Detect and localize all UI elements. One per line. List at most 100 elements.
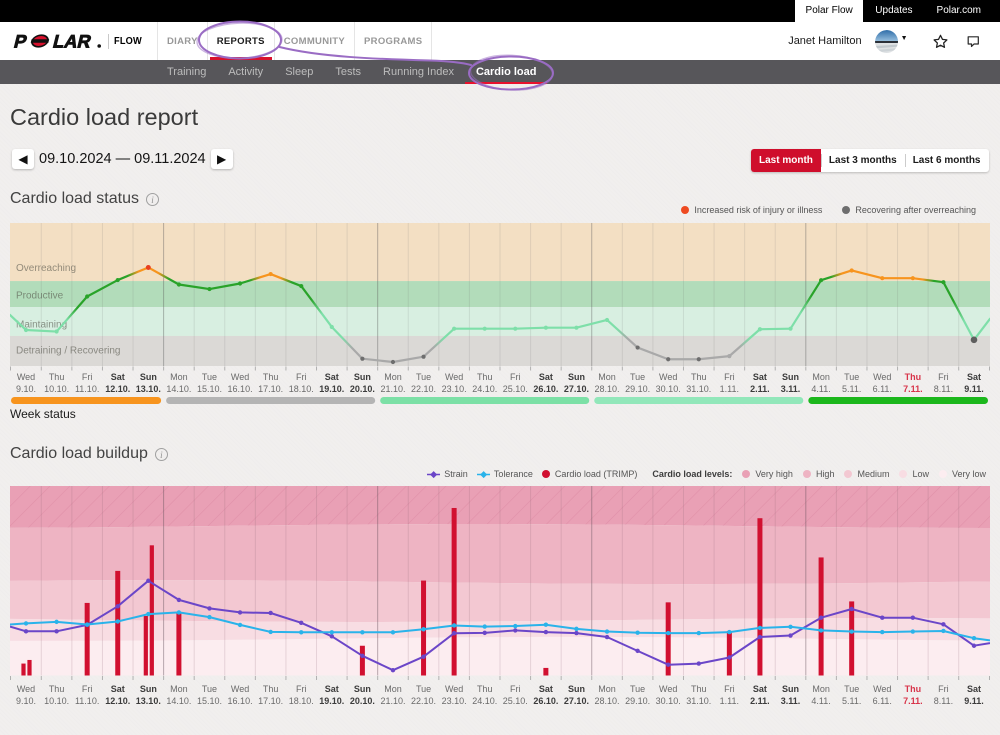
flow-brand: FLOW [114,35,138,47]
trimp-bar[interactable] [85,603,90,676]
svg-text:LAR: LAR [51,31,94,52]
status-point[interactable] [330,325,334,329]
status-point[interactable] [666,357,670,361]
svg-text:30.10.: 30.10. [656,696,681,706]
status-point[interactable] [788,327,792,331]
status-point[interactable] [911,276,915,280]
topbar-item-updates[interactable]: Updates [863,0,924,22]
status-point[interactable] [636,345,640,349]
status-point[interactable] [207,287,211,291]
subnav-item-training[interactable]: Training [156,60,217,84]
svg-text:21.10.: 21.10. [380,384,405,394]
level-dot-icon [844,470,852,478]
status-point[interactable] [452,327,456,331]
status-point[interactable] [269,272,273,276]
range-button-last-month[interactable]: Last month [751,149,821,172]
nav-item-diary[interactable]: DIARY [157,22,208,60]
week-status-segment[interactable] [380,397,589,404]
trimp-bar[interactable] [27,660,31,676]
status-point[interactable] [85,294,89,298]
subnav-item-cardio-load[interactable]: Cardio load [465,60,548,84]
next-period-button[interactable]: ▶ [211,149,233,169]
svg-text:20.10.: 20.10. [350,696,375,706]
trimp-bar[interactable] [452,508,457,676]
trimp-bar[interactable] [176,612,181,675]
status-point[interactable] [971,337,978,344]
status-point[interactable] [421,355,425,359]
status-point[interactable] [299,284,303,288]
polar-logo[interactable]: P LAR [13,28,103,54]
svg-text:Thu: Thu [905,372,922,382]
svg-text:28.10.: 28.10. [595,384,620,394]
status-point[interactable] [177,282,181,286]
week-status-label: Week status [10,407,76,421]
status-legend: Increased risk of injury or illness Reco… [661,205,976,215]
svg-text:3.11.: 3.11. [781,696,801,706]
favorites-star-icon[interactable] [933,34,948,49]
subnav-item-tests[interactable]: Tests [324,60,372,84]
legend-diamond-line-icon [427,470,440,479]
status-point[interactable] [605,318,609,322]
trimp-bar[interactable] [849,601,854,675]
nav-item-community[interactable]: COMMUNITY [275,22,355,60]
status-point[interactable] [116,278,120,282]
svg-text:11.10.: 11.10. [75,384,99,394]
cardio-load-status-chart: OverreachingProductiveMaintainingDetrain… [10,223,990,410]
status-chart-svg[interactable]: OverreachingProductiveMaintainingDetrain… [10,223,990,405]
status-point[interactable] [544,326,548,330]
subnav-item-running-index[interactable]: Running Index [372,60,465,84]
trimp-bar[interactable] [727,631,732,676]
chevron-down-icon[interactable]: ▼ [901,35,908,42]
status-point[interactable] [758,327,762,331]
trimp-bar[interactable] [21,664,25,676]
status-point[interactable] [513,327,517,331]
prev-period-button[interactable]: ◀ [12,149,34,169]
status-point[interactable] [819,278,823,282]
range-button-last-6-months[interactable]: Last 6 months [905,149,989,172]
subnav-item-activity[interactable]: Activity [217,60,274,84]
week-status-segment[interactable] [808,397,988,404]
status-point[interactable] [54,329,58,333]
week-status-segment[interactable] [594,397,803,404]
status-point[interactable] [941,280,945,284]
svg-text:Sun: Sun [568,372,585,382]
svg-text:19.10.: 19.10. [319,384,344,394]
status-point[interactable] [238,281,242,285]
user-name[interactable]: Janet Hamilton [788,35,861,47]
status-point[interactable] [880,276,884,280]
svg-text:25.10.: 25.10. [503,384,528,394]
status-point[interactable] [24,328,28,332]
svg-text:17.10.: 17.10. [258,696,283,706]
trimp-bar[interactable] [150,545,154,675]
week-status-segment[interactable] [166,397,375,404]
info-icon[interactable]: i [146,193,159,206]
status-point[interactable] [146,265,151,270]
status-point[interactable] [697,357,701,361]
status-point[interactable] [574,326,578,330]
range-button-last-3-months[interactable]: Last 3 months [821,149,905,172]
status-point[interactable] [727,354,731,358]
info-icon[interactable]: i [155,448,168,461]
nav-item-programs[interactable]: PROGRAMS [355,22,432,60]
status-point[interactable] [360,357,364,361]
trimp-bar[interactable] [543,668,548,676]
week-status-segment[interactable] [11,397,161,404]
trimp-bar[interactable] [360,646,365,676]
status-point[interactable] [391,360,395,364]
status-point[interactable] [483,327,487,331]
topbar-item-polar-com[interactable]: Polar.com [925,0,993,22]
buildup-section-heading: Cardio load buildup i [10,445,168,463]
buildup-chart-svg[interactable]: Wed9.10.Thu10.10.Fri11.10.Sat12.10.Sun13… [10,486,990,708]
chat-bubble-icon[interactable] [966,35,981,48]
svg-text:24.10.: 24.10. [472,384,497,394]
nav-item-reports[interactable]: REPORTS [208,22,275,60]
trimp-bar[interactable] [757,518,762,675]
svg-text:Sun: Sun [568,684,585,694]
status-point[interactable] [850,268,854,272]
avatar[interactable] [875,30,898,53]
level-legend-item: Medium [844,469,889,479]
trimp-bar[interactable] [144,616,148,676]
topbar-item-polar-flow[interactable]: Polar Flow [795,0,863,22]
subnav-item-sleep[interactable]: Sleep [274,60,324,84]
legend-label: Increased risk of injury or illness [694,205,822,215]
